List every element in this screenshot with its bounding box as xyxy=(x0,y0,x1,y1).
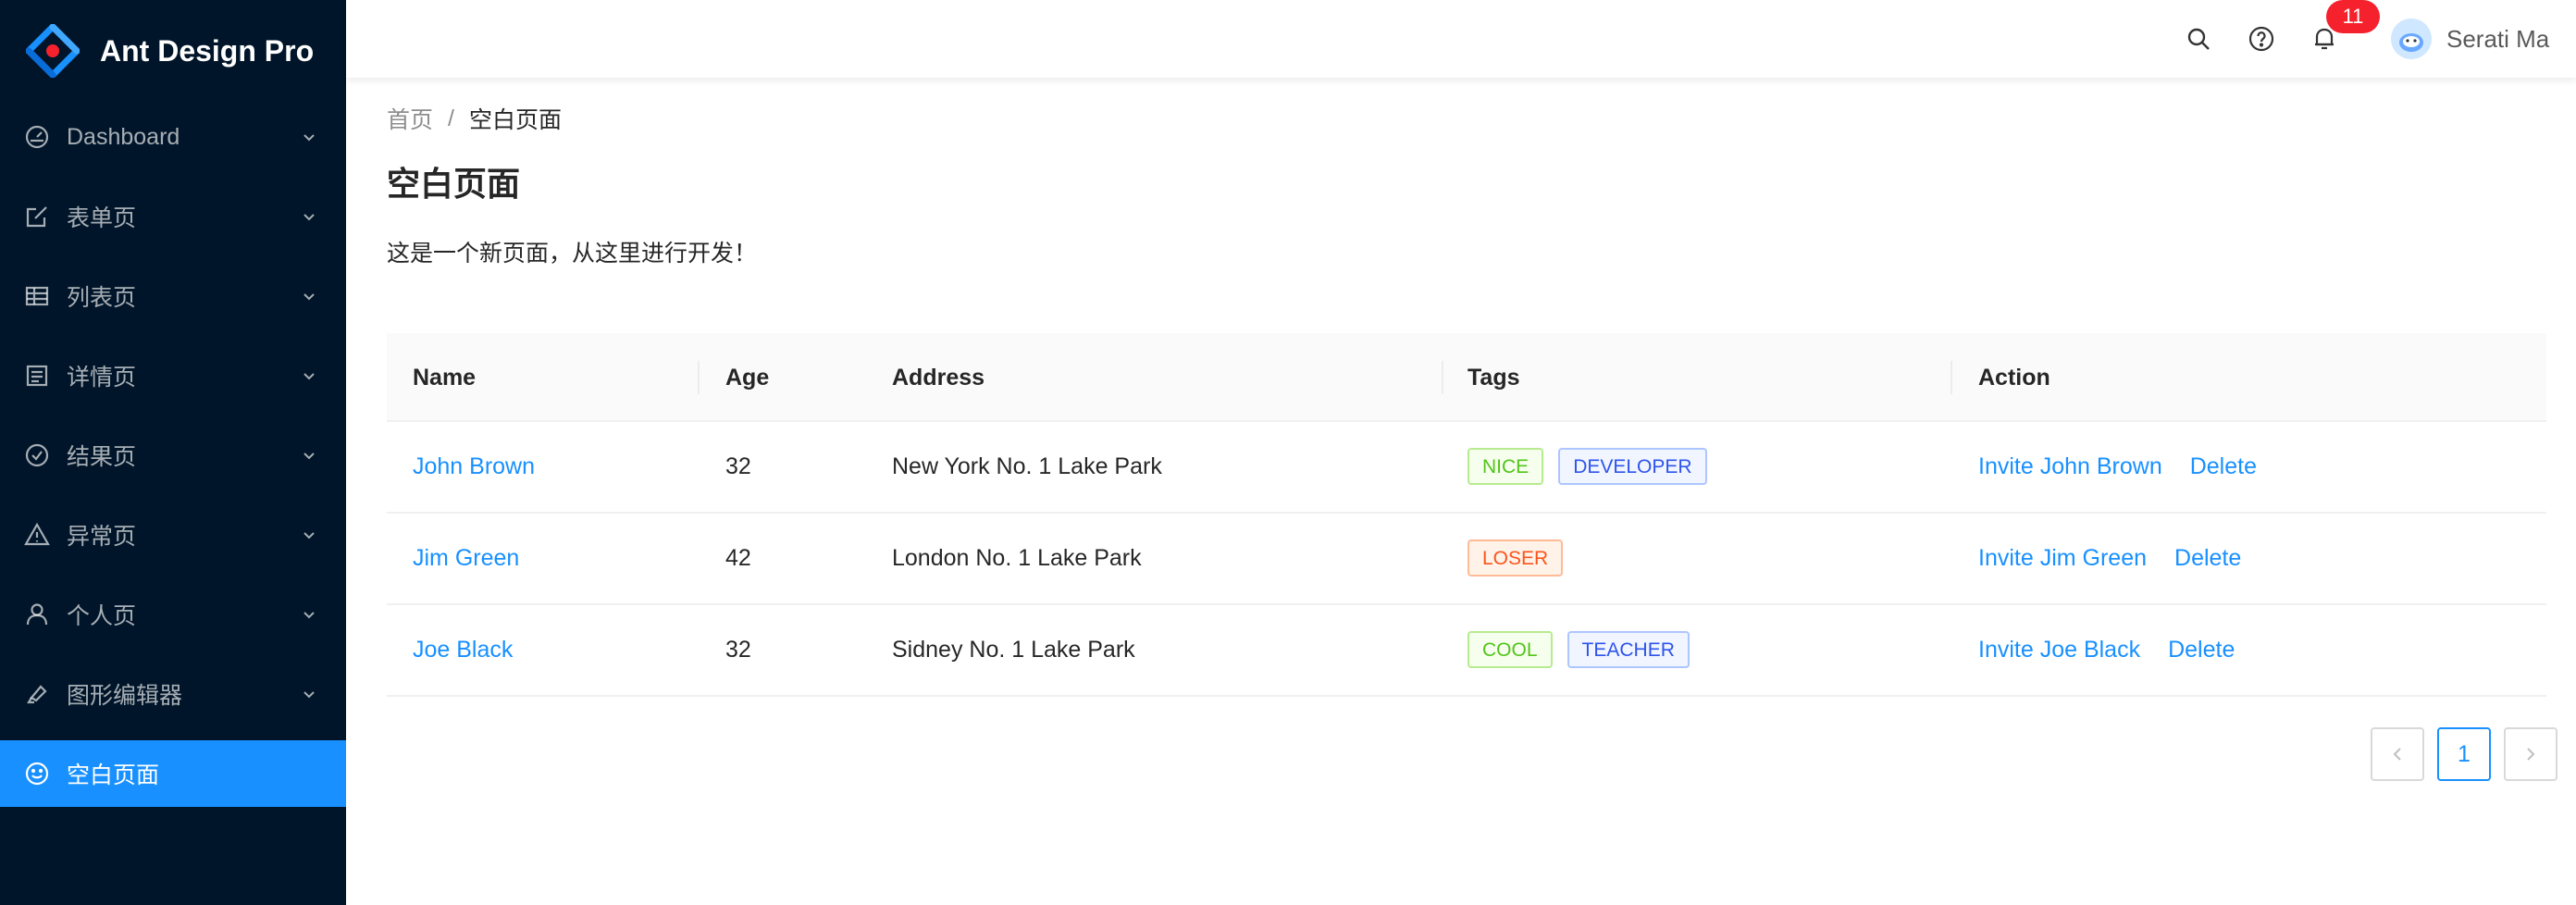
sidebar-menu: Dashboard 表单页 列表页 详情页 结果页 异常页 个人页 图形编辑器 … xyxy=(0,104,346,820)
question-circle-icon[interactable] xyxy=(2243,20,2280,57)
chevron-down-icon xyxy=(303,293,315,301)
tags-cell: NICE DEVELOPER xyxy=(1468,448,1722,485)
tag: DEVELOPER xyxy=(1558,448,1707,485)
form-icon xyxy=(24,204,50,229)
avatar xyxy=(2391,19,2432,59)
action-cell: Invite Joe Black Delete xyxy=(1978,605,2235,695)
chevron-left-icon xyxy=(2393,748,2401,761)
breadcrumb-separator: / xyxy=(448,105,454,131)
table-row: Joe Black 32 Sidney No. 1 Lake Park COOL… xyxy=(387,605,2546,697)
top-header: 11 Serati Ma xyxy=(346,0,2576,78)
user-icon xyxy=(24,601,50,627)
sidebar-item-label: 表单页 xyxy=(67,205,137,231)
delete-link[interactable]: Delete xyxy=(2190,453,2257,479)
table-icon xyxy=(24,283,50,309)
sidebar-item-label: Dashboard xyxy=(67,123,180,150)
sidebar-item-exception[interactable]: 异常页 xyxy=(0,502,346,568)
page-title: 空白页面 xyxy=(387,165,521,203)
name-link[interactable]: Joe Black xyxy=(413,605,513,695)
sidebar-item-label: 结果页 xyxy=(67,444,137,470)
breadcrumb: 首页 / 空白页面 xyxy=(387,102,562,135)
action-cell: Invite Jim Green Delete xyxy=(1978,514,2241,603)
tag: NICE xyxy=(1468,448,1544,485)
sidebar-item-label: 个人页 xyxy=(67,603,137,629)
highlight-icon xyxy=(24,681,50,707)
column-header-action: Action xyxy=(1978,365,2050,391)
table-row: Jim Green 42 London No. 1 Lake Park LOSE… xyxy=(387,514,2546,605)
user-menu[interactable]: Serati Ma xyxy=(2391,19,2549,59)
sidebar-item-profile[interactable]: 详情页 xyxy=(0,342,346,409)
name-link[interactable]: Jim Green xyxy=(413,514,519,603)
action-cell: Invite John Brown Delete xyxy=(1978,422,2257,512)
dashboard-icon xyxy=(24,124,50,150)
user-name: Serati Ma xyxy=(2446,24,2550,53)
address-cell: New York No. 1 Lake Park xyxy=(892,453,1162,479)
breadcrumb-home-link[interactable]: 首页 xyxy=(387,102,433,135)
sidebar: Ant Design Pro Dashboard 表单页 列表页 详情页 结果页… xyxy=(0,0,346,905)
pagination: 1 xyxy=(2358,727,2557,781)
table-header: Name Age Address Tags Action xyxy=(387,333,2546,422)
table-row: John Brown 32 New York No. 1 Lake Park N… xyxy=(387,422,2546,514)
chevron-down-icon xyxy=(303,214,315,221)
sidebar-item-label: 列表页 xyxy=(67,285,137,311)
column-header-name: Name xyxy=(413,365,477,391)
sidebar-item-dashboard[interactable]: Dashboard xyxy=(0,104,346,170)
name-link[interactable]: John Brown xyxy=(413,422,535,512)
profile-icon xyxy=(24,363,50,389)
warning-icon xyxy=(24,522,50,548)
tags-cell: COOL TEACHER xyxy=(1468,631,1704,668)
age-cell: 32 xyxy=(725,637,751,663)
column-divider xyxy=(1442,361,1443,394)
sidebar-item-editor[interactable]: 图形编辑器 xyxy=(0,661,346,727)
address-cell: Sidney No. 1 Lake Park xyxy=(892,637,1135,663)
invite-link[interactable]: Invite John Brown xyxy=(1978,453,2162,479)
column-header-tags: Tags xyxy=(1468,365,1520,391)
check-circle-icon xyxy=(24,442,50,468)
invite-link[interactable]: Invite Joe Black xyxy=(1978,637,2140,663)
chevron-down-icon xyxy=(303,373,315,380)
invite-link[interactable]: Invite Jim Green xyxy=(1978,545,2147,571)
tags-cell: LOSER xyxy=(1468,539,1578,576)
smile-icon xyxy=(24,761,50,787)
logo[interactable]: Ant Design Pro xyxy=(26,22,314,80)
page-description: 这是一个新页面，从这里进行开发！ xyxy=(387,241,758,267)
age-cell: 42 xyxy=(725,545,751,571)
delete-link[interactable]: Delete xyxy=(2174,545,2241,571)
column-header-address: Address xyxy=(892,365,985,391)
delete-link[interactable]: Delete xyxy=(2168,637,2235,663)
sidebar-item-label: 空白页面 xyxy=(67,762,160,788)
sidebar-item-blank-page[interactable]: 空白页面 xyxy=(0,740,346,807)
sidebar-item-label: 异常页 xyxy=(67,524,137,550)
chevron-down-icon xyxy=(303,452,315,460)
next-page-button[interactable] xyxy=(2504,727,2557,781)
breadcrumb-current: 空白页面 xyxy=(468,107,562,133)
sidebar-item-account[interactable]: 个人页 xyxy=(0,581,346,648)
column-divider xyxy=(698,361,700,394)
search-icon[interactable] xyxy=(2180,20,2217,57)
app-title: Ant Design Pro xyxy=(100,33,315,68)
age-cell: 32 xyxy=(725,453,751,479)
sidebar-item-list[interactable]: 列表页 xyxy=(0,263,346,329)
address-cell: London No. 1 Lake Park xyxy=(892,545,1142,571)
chevron-down-icon xyxy=(303,532,315,539)
chevron-down-icon xyxy=(303,691,315,699)
page-number-button[interactable]: 1 xyxy=(2437,727,2491,781)
data-table: Name Age Address Tags Action John Brown … xyxy=(387,333,2546,697)
sidebar-item-form[interactable]: 表单页 xyxy=(0,183,346,250)
ant-design-logo-icon xyxy=(26,24,80,78)
tag: LOSER xyxy=(1468,539,1564,576)
tag: TEACHER xyxy=(1567,631,1690,668)
prev-page-button[interactable] xyxy=(2371,727,2424,781)
column-header-age: Age xyxy=(725,365,770,391)
chevron-right-icon xyxy=(2527,748,2535,761)
notification-count-badge: 11 xyxy=(2326,0,2380,33)
chevron-down-icon xyxy=(303,612,315,619)
column-divider xyxy=(1951,361,1952,394)
sidebar-item-label: 详情页 xyxy=(67,365,137,391)
chevron-down-icon xyxy=(303,134,315,142)
tag: COOL xyxy=(1468,631,1553,668)
sidebar-item-result[interactable]: 结果页 xyxy=(0,422,346,489)
sidebar-item-label: 图形编辑器 xyxy=(67,683,183,709)
